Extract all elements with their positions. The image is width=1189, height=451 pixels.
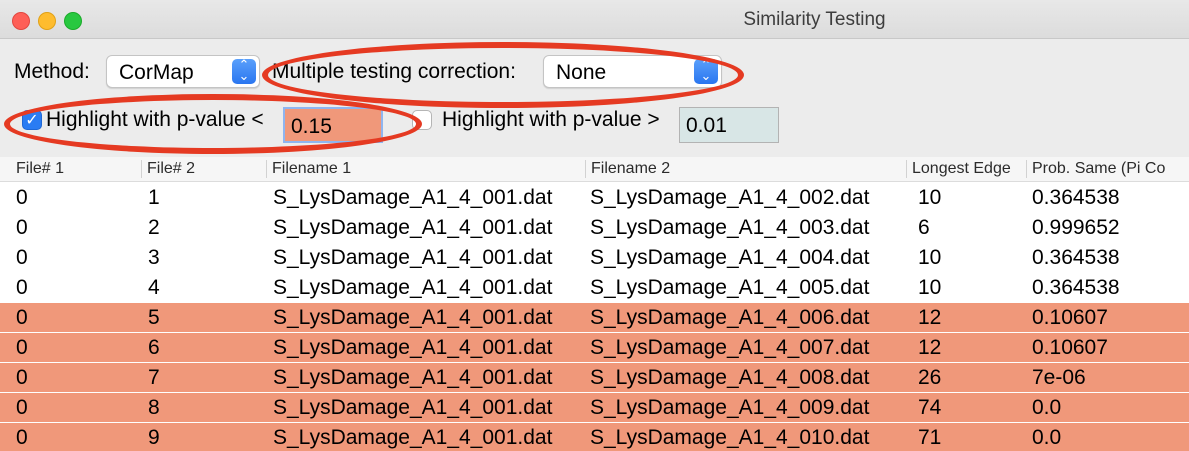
table-cell-f2: 1 <box>148 186 160 209</box>
table-cell-edge: 26 <box>918 366 942 389</box>
table-cell-f2: 3 <box>148 246 160 269</box>
table-cell-f1: 0 <box>16 186 28 209</box>
correction-select-value: None <box>556 61 607 84</box>
table-cell-edge: 10 <box>918 246 942 269</box>
chevron-updown-icon: ⌃ ⌄ <box>232 58 256 84</box>
method-select[interactable]: CorMap ⌃ ⌄ <box>106 55 260 88</box>
table-cell-f2: 4 <box>148 276 160 299</box>
table-cell-fn1: S_LysDamage_A1_4_001.dat <box>273 246 553 269</box>
table-cell-fn2: S_LysDamage_A1_4_007.dat <box>590 336 870 359</box>
table-cell-fn2: S_LysDamage_A1_4_008.dat <box>590 366 870 389</box>
table-cell-f1: 0 <box>16 336 28 359</box>
column-header[interactable]: File# 2 <box>141 160 267 178</box>
table-row[interactable]: 0 2 S_LysDamage_A1_4_001.dat S_LysDamage_A1… <box>0 213 1189 243</box>
title-bar: Similarity Testing <box>0 0 1189 39</box>
window-title: Similarity Testing <box>743 9 886 30</box>
table-cell-fn2: S_LysDamage_A1_4_003.dat <box>590 216 870 239</box>
table-cell-fn1: S_LysDamage_A1_4_001.dat <box>273 366 553 389</box>
table-cell-f2: 2 <box>148 216 160 239</box>
correction-select[interactable]: None ⌃ ⌄ <box>543 55 722 88</box>
column-header[interactable]: Filename 1 <box>266 160 572 178</box>
table-cell-f1: 0 <box>16 366 28 389</box>
table-row[interactable]: 0 1 S_LysDamage_A1_4_001.dat S_LysDamage_A1… <box>0 183 1189 213</box>
table-cell-f1: 0 <box>16 216 28 239</box>
table-cell-prob: 0.10607 <box>1032 306 1108 329</box>
table-row[interactable]: 0 8 S_LysDamage_A1_4_001.dat S_LysDamage_A1… <box>0 393 1189 423</box>
table-cell-f2: 5 <box>148 306 160 329</box>
table-cell-f2: 7 <box>148 366 160 389</box>
table-cell-f1: 0 <box>16 396 28 419</box>
table-cell-fn1: S_LysDamage_A1_4_001.dat <box>273 276 553 299</box>
table-cell-fn2: S_LysDamage_A1_4_006.dat <box>590 306 870 329</box>
table-cell-edge: 12 <box>918 336 942 359</box>
column-header[interactable]: Prob. Same (Pi Co <box>1026 160 1189 178</box>
chevron-updown-icon: ⌃ ⌄ <box>694 58 718 84</box>
table-row[interactable]: 0 4 S_LysDamage_A1_4_001.dat S_LysDamage_A1… <box>0 273 1189 303</box>
table-cell-prob: 0.999652 <box>1032 216 1120 239</box>
table-cell-edge: 71 <box>918 426 942 449</box>
table-cell-prob: 0.10607 <box>1032 336 1108 359</box>
table-cell-edge: 10 <box>918 276 942 299</box>
table-cell-f1: 0 <box>16 306 28 329</box>
highlight-gt-input[interactable]: 0.01 <box>679 107 779 143</box>
table-cell-edge: 10 <box>918 186 942 209</box>
table-cell-prob: 0.364538 <box>1032 186 1120 209</box>
table-cell-f1: 0 <box>16 246 28 269</box>
table-cell-f1: 0 <box>16 276 28 299</box>
highlight-gt-checkbox[interactable] <box>412 110 432 130</box>
table-cell-fn2: S_LysDamage_A1_4_010.dat <box>590 426 870 449</box>
table-cell-fn1: S_LysDamage_A1_4_001.dat <box>273 396 553 419</box>
highlight-lt-input[interactable]: 0.15 <box>283 107 383 143</box>
column-header[interactable]: Filename 2 <box>585 160 901 178</box>
highlight-lt-checkbox[interactable]: ✓ <box>22 110 42 130</box>
highlight-lt-label: Highlight with p-value < <box>46 108 264 131</box>
table-cell-fn2: S_LysDamage_A1_4_002.dat <box>590 186 870 209</box>
table-cell-fn1: S_LysDamage_A1_4_001.dat <box>273 336 553 359</box>
column-header[interactable]: Longest Edge <box>906 160 1025 178</box>
method-label: Method: <box>14 60 90 83</box>
table-cell-f2: 9 <box>148 426 160 449</box>
highlight-gt-label: Highlight with p-value > <box>442 108 660 131</box>
table-cell-fn2: S_LysDamage_A1_4_004.dat <box>590 246 870 269</box>
method-select-value: CorMap <box>119 61 194 84</box>
table-cell-prob: 0.0 <box>1032 426 1062 449</box>
table-cell-f1: 0 <box>16 426 28 449</box>
table-cell-fn1: S_LysDamage_A1_4_001.dat <box>273 186 553 209</box>
table-cell-edge: 74 <box>918 396 942 419</box>
table-cell-fn2: S_LysDamage_A1_4_005.dat <box>590 276 870 299</box>
table-cell-fn1: S_LysDamage_A1_4_001.dat <box>273 216 553 239</box>
table-row[interactable]: 0 9 S_LysDamage_A1_4_001.dat S_LysDamage_A1… <box>0 423 1189 451</box>
table-cell-edge: 6 <box>918 216 930 239</box>
table-cell-edge: 12 <box>918 306 942 329</box>
table-header: File# 1 File# 2 Filename 1 Filename 2 Lo… <box>0 157 1189 182</box>
table-cell-f2: 8 <box>148 396 160 419</box>
table-cell-f2: 6 <box>148 336 160 359</box>
table-cell-prob: 7e-06 <box>1032 366 1086 389</box>
results-table[interactable]: File# 1 File# 2 Filename 1 Filename 2 Lo… <box>0 157 1189 451</box>
table-cell-prob: 0.364538 <box>1032 276 1120 299</box>
table-cell-fn1: S_LysDamage_A1_4_001.dat <box>273 426 553 449</box>
table-row[interactable]: 0 7 S_LysDamage_A1_4_001.dat S_LysDamage_A1… <box>0 363 1189 393</box>
table-row[interactable]: 0 5 S_LysDamage_A1_4_001.dat S_LysDamage_A1… <box>0 303 1189 333</box>
column-header[interactable]: File# 1 <box>16 160 136 178</box>
checkmark-icon: ✓ <box>25 112 39 129</box>
table-cell-fn1: S_LysDamage_A1_4_001.dat <box>273 306 553 329</box>
table-row[interactable]: 0 3 S_LysDamage_A1_4_001.dat S_LysDamage_A1… <box>0 243 1189 273</box>
table-cell-prob: 0.0 <box>1032 396 1062 419</box>
correction-label: Multiple testing correction: <box>272 60 516 83</box>
table-row[interactable]: 0 6 S_LysDamage_A1_4_001.dat S_LysDamage_A1… <box>0 333 1189 363</box>
table-cell-fn2: S_LysDamage_A1_4_009.dat <box>590 396 870 419</box>
table-cell-prob: 0.364538 <box>1032 246 1120 269</box>
